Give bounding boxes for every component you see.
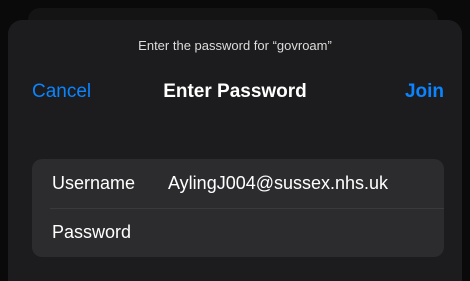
password-row[interactable]: Password	[32, 208, 444, 257]
password-prompt: Enter the password for “govroam”	[138, 38, 332, 53]
username-row[interactable]: Username AylingJ004@sussex.nhs.uk	[32, 159, 444, 208]
navigation-bar: Enter Password Cancel Join	[0, 78, 470, 106]
credentials-form: Username AylingJ004@sussex.nhs.uk Passwo…	[32, 159, 444, 257]
username-field[interactable]: AylingJ004@sussex.nhs.uk	[168, 159, 388, 208]
password-field[interactable]	[168, 218, 428, 247]
screen: Enter the password for “govroam” Enter P…	[0, 0, 470, 281]
username-label: Username	[52, 173, 136, 193]
password-label: Password	[52, 222, 132, 242]
join-button[interactable]: Join	[405, 78, 444, 106]
cancel-button[interactable]: Cancel	[32, 78, 91, 106]
